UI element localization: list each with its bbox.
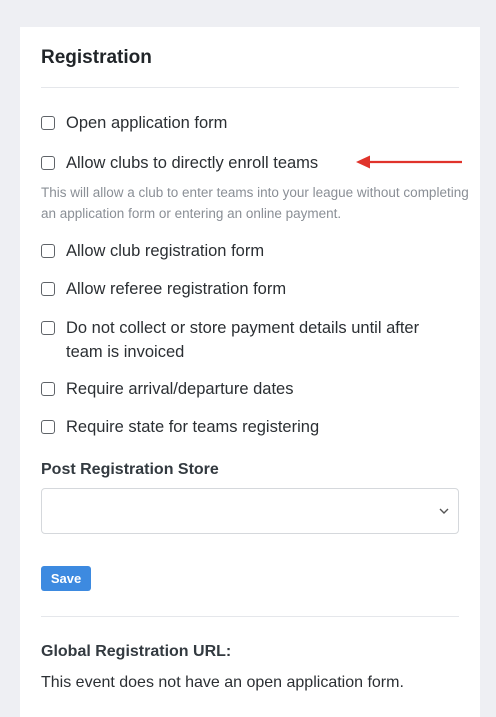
option-label: Do not collect or store payment details … <box>66 319 420 361</box>
do-not-collect-payment-checkbox[interactable] <box>41 321 55 335</box>
require-state-checkbox[interactable] <box>41 420 55 434</box>
save-divider <box>41 616 459 617</box>
option-open-application-form[interactable]: Open application form <box>41 112 456 134</box>
option-label: Allow referee registration form <box>66 280 287 298</box>
option-require-state[interactable]: Require state for teams registering <box>41 416 456 438</box>
option-require-arrival-departure[interactable]: Require arrival/departure dates <box>41 378 456 400</box>
direct-enroll-help-text: This will allow a club to enter teams in… <box>41 185 469 221</box>
allow-clubs-enroll-checkbox[interactable] <box>41 156 55 170</box>
allow-referee-registration-checkbox[interactable] <box>41 282 55 296</box>
option-label: Allow club registration form <box>66 242 265 260</box>
option-do-not-collect-payment[interactable]: Do not collect or store payment details … <box>41 317 456 364</box>
global-registration-url-value: This event does not have an open applica… <box>41 674 404 691</box>
require-arrival-departure-checkbox[interactable] <box>41 382 55 396</box>
option-allow-club-registration[interactable]: Allow club registration form <box>41 240 456 262</box>
option-label: Require arrival/departure dates <box>66 380 294 398</box>
open-application-form-checkbox[interactable] <box>41 116 55 130</box>
post-registration-store-label: Post Registration Store <box>41 461 219 478</box>
red-arrow-icon <box>356 155 462 169</box>
option-label: Open application form <box>66 114 228 132</box>
chevron-down-icon <box>439 508 449 514</box>
post-registration-store-select[interactable] <box>41 488 459 534</box>
allow-club-registration-checkbox[interactable] <box>41 244 55 258</box>
card-title: Registration <box>41 47 152 68</box>
save-button[interactable]: Save <box>41 566 91 591</box>
option-allow-referee-registration[interactable]: Allow referee registration form <box>41 278 456 300</box>
global-registration-url-label: Global Registration URL: <box>41 643 232 660</box>
title-divider <box>41 87 459 88</box>
option-label: Require state for teams registering <box>66 418 320 436</box>
